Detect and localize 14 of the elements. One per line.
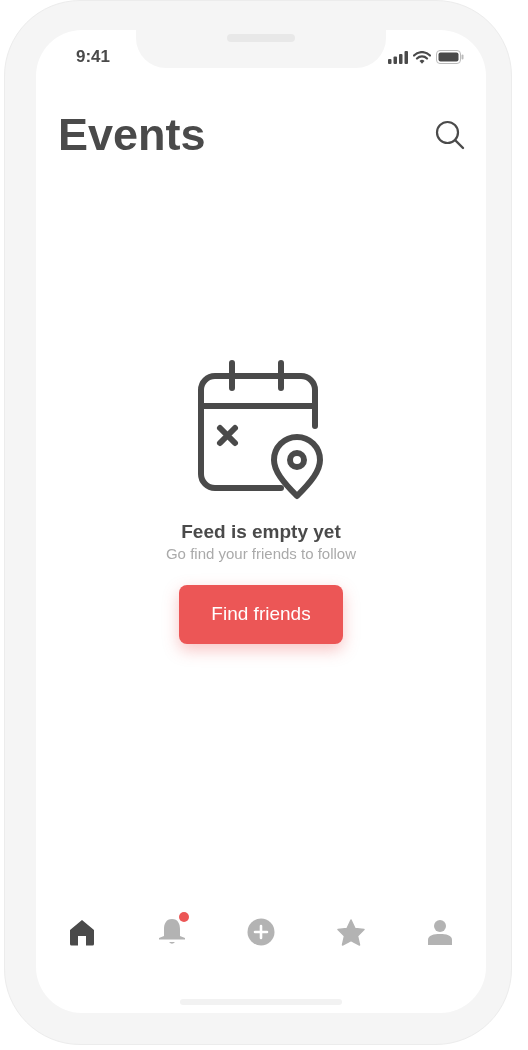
star-icon <box>336 918 365 946</box>
add-icon <box>247 918 275 946</box>
page-title: Events <box>58 108 206 162</box>
search-button[interactable] <box>434 119 466 151</box>
empty-subtitle: Go find your friends to follow <box>165 545 357 563</box>
find-friends-button[interactable]: Find friends <box>179 585 343 644</box>
bell-icon <box>157 918 186 946</box>
status-time: 9:41 <box>76 46 111 69</box>
home-icon <box>69 918 95 946</box>
empty-title: Feed is empty yet <box>181 520 341 544</box>
wifi-icon <box>413 50 431 64</box>
battery-icon <box>436 50 464 64</box>
signal-icon <box>388 50 408 64</box>
user-icon <box>428 919 452 945</box>
